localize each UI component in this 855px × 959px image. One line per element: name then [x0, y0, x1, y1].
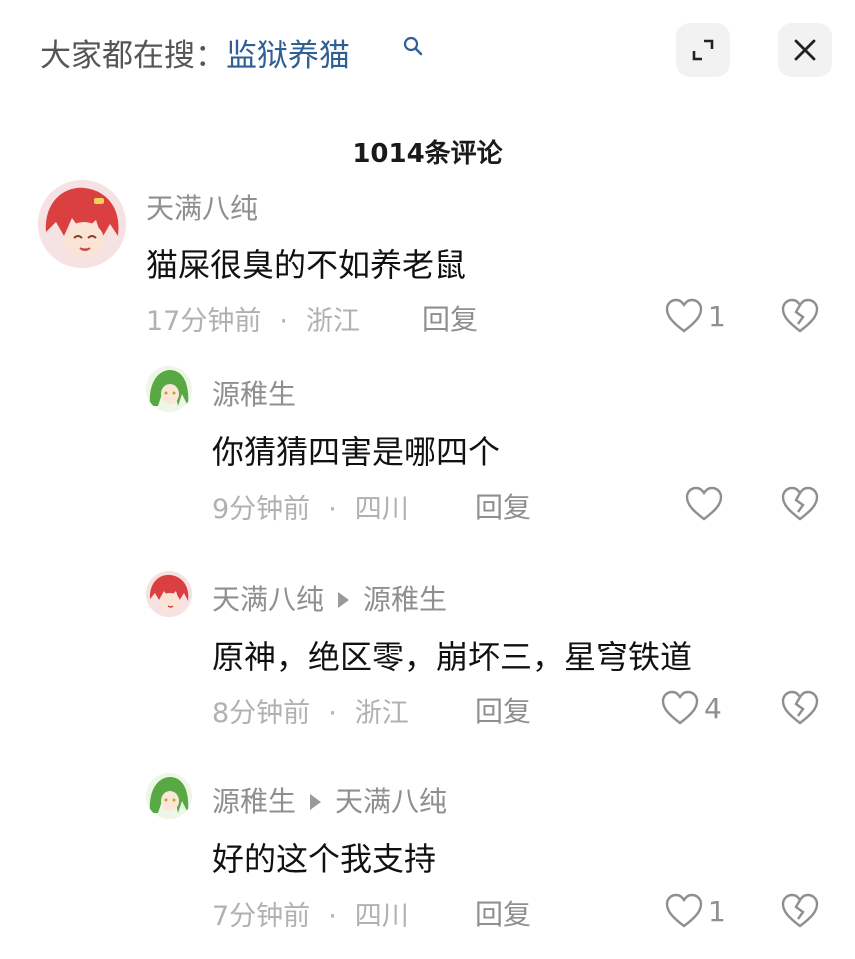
like-count: 1: [708, 894, 726, 928]
comment-text: 原神，绝区零，崩坏三，星穹铁道: [212, 638, 693, 676]
comment-location: 四川: [354, 901, 409, 932]
avatar[interactable]: [146, 773, 192, 819]
username[interactable]: 源稚生: [212, 373, 296, 413]
comment-location: 四川: [354, 494, 409, 525]
reply-author[interactable]: 源稚生: [212, 785, 296, 818]
username: 天满八纯 源稚生: [212, 578, 447, 618]
comment-meta: 8分钟前 · 浙江: [212, 691, 409, 730]
like-button[interactable]: 4: [660, 690, 722, 726]
comment-meta: 17分钟前 · 浙江: [146, 299, 360, 338]
close-button[interactable]: [778, 23, 832, 77]
search-term-link[interactable]: 监狱养猫: [226, 38, 350, 74]
like-button[interactable]: 1: [664, 298, 726, 334]
comment-time: 9分钟前: [212, 494, 311, 525]
comment-meta: 7分钟前 · 四川: [212, 894, 409, 933]
comment-text: 你猜猜四害是哪四个: [212, 433, 501, 471]
like-count: 4: [704, 691, 722, 725]
comment-time: 8分钟前: [212, 698, 311, 729]
reply-button[interactable]: 回复: [475, 690, 531, 730]
reply-button[interactable]: 回复: [475, 486, 531, 526]
search-icon[interactable]: [402, 35, 424, 57]
heart-icon: [661, 690, 699, 725]
comment-text: 好的这个我支持: [212, 840, 437, 878]
comment-count: 1014条评论: [352, 139, 503, 169]
red-hair-avatar: [146, 571, 192, 617]
username: 源稚生 天满八纯: [212, 780, 447, 820]
close-icon: [794, 39, 816, 61]
avatar[interactable]: [146, 366, 192, 412]
avatar[interactable]: [146, 571, 192, 617]
reply-arrow-icon: [338, 592, 350, 608]
broken-heart-icon[interactable]: [780, 893, 820, 929]
comment-location: 浙江: [305, 306, 360, 337]
username[interactable]: 天满八纯: [146, 187, 258, 227]
expand-button[interactable]: [676, 23, 730, 77]
reply-author[interactable]: 天满八纯: [212, 583, 324, 616]
broken-heart-icon[interactable]: [780, 486, 820, 522]
reply-button[interactable]: 回复: [422, 298, 478, 338]
expand-icon: [692, 39, 714, 61]
broken-heart-icon[interactable]: [780, 298, 820, 334]
broken-heart-icon[interactable]: [780, 690, 820, 726]
comment-meta: 9分钟前 · 四川: [212, 487, 409, 526]
avatar[interactable]: [38, 180, 126, 268]
heart-icon: [665, 893, 703, 928]
meta-separator: ·: [328, 901, 337, 932]
like-button[interactable]: 1: [664, 893, 726, 929]
reply-target[interactable]: 天满八纯: [335, 785, 447, 818]
meta-separator: ·: [328, 698, 337, 729]
like-count: 1: [708, 299, 726, 333]
heart-icon: [665, 298, 703, 333]
search-header: 大家都在搜：监狱养猫: [0, 0, 855, 100]
green-hair-avatar: [146, 366, 192, 412]
reply-arrow-icon: [310, 794, 322, 810]
reply-button[interactable]: 回复: [475, 893, 531, 933]
like-button[interactable]: [684, 486, 728, 522]
heart-icon: [685, 486, 723, 521]
comment-text: 猫屎很臭的不如养老鼠: [146, 246, 467, 284]
meta-separator: ·: [279, 306, 288, 337]
comment-time: 7分钟前: [212, 901, 311, 932]
reply-target[interactable]: 源稚生: [363, 583, 447, 616]
trending-search[interactable]: 大家都在搜：监狱养猫: [40, 30, 350, 75]
red-hair-avatar: [38, 180, 126, 268]
search-prefix-label: 大家都在搜：: [40, 38, 226, 74]
comment-location: 浙江: [354, 698, 409, 729]
green-hair-avatar: [146, 773, 192, 819]
meta-separator: ·: [328, 494, 337, 525]
comment-time: 17分钟前: [146, 306, 262, 337]
